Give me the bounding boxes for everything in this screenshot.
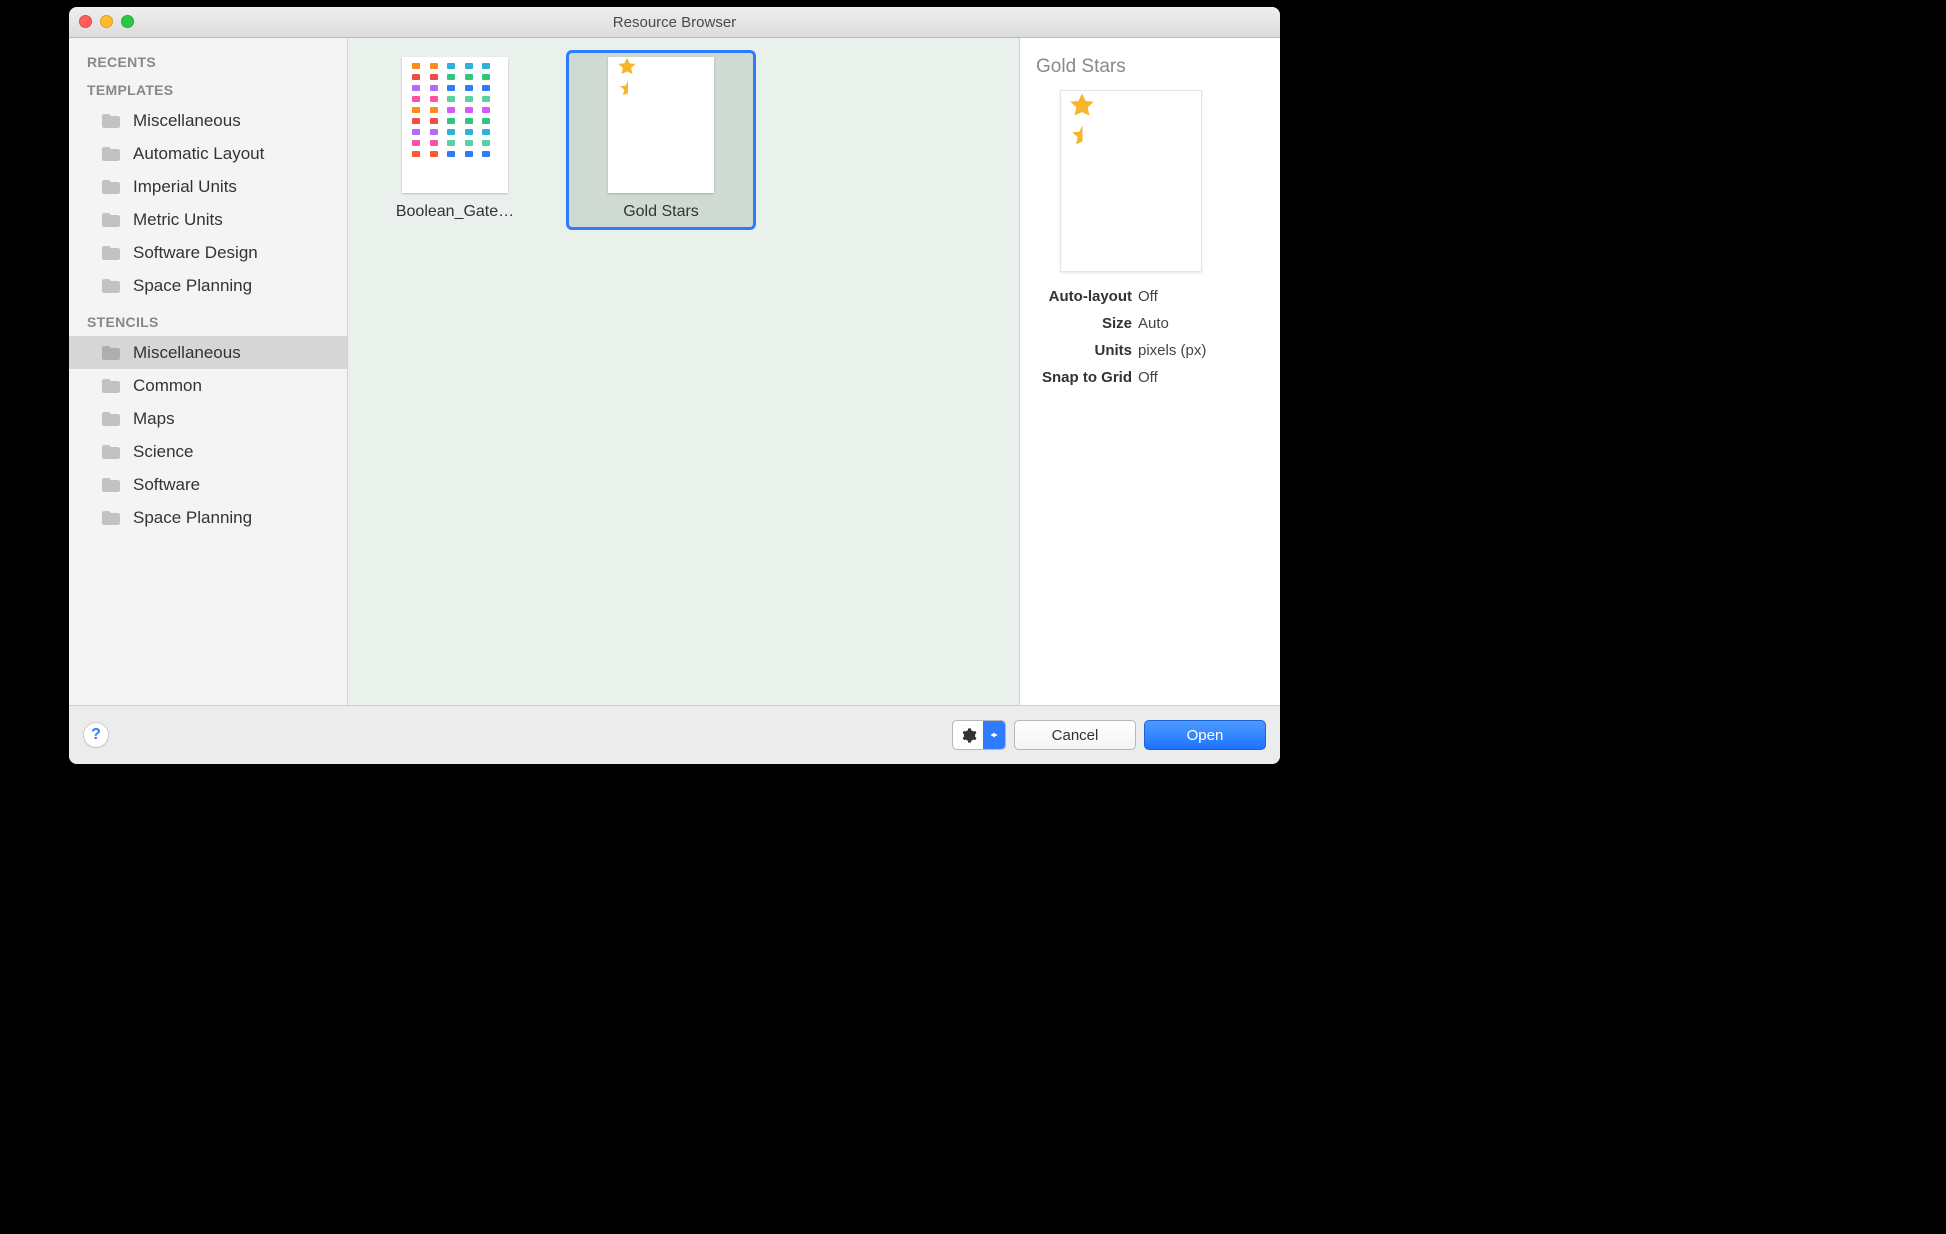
folder-icon — [101, 345, 121, 361]
folder-icon — [101, 278, 121, 294]
sidebar-item-templates-automatic-layout[interactable]: Automatic Layout — [69, 137, 347, 170]
button-label: Cancel — [1052, 727, 1099, 744]
window-controls — [79, 15, 134, 28]
folder-icon — [101, 113, 121, 129]
resource-tile-gold-stars[interactable]: Gold Stars — [566, 50, 756, 230]
sidebar-item-label: Maps — [133, 409, 175, 429]
sidebar-item-label: Software Design — [133, 243, 258, 263]
sidebar-item-label: Space Planning — [133, 276, 252, 296]
resource-label: Boolean_Gate… — [396, 203, 514, 221]
sidebar-item-label: Science — [133, 442, 193, 462]
sidebar-item-label: Common — [133, 376, 202, 396]
resource-tile-boolean-gates[interactable]: Boolean_Gate… — [360, 50, 550, 230]
sidebar-item-label: Automatic Layout — [133, 144, 264, 164]
sidebar: RECENTS TEMPLATES Miscellaneous Automati… — [69, 38, 348, 705]
prop-value: Off — [1138, 288, 1264, 305]
folder-icon — [101, 179, 121, 195]
resource-thumbnail — [608, 57, 714, 193]
prop-key: Units — [1036, 342, 1132, 359]
sidebar-item-label: Miscellaneous — [133, 343, 241, 363]
sidebar-item-stencils-miscellaneous[interactable]: Miscellaneous — [69, 336, 347, 369]
details-preview — [1060, 90, 1202, 272]
folder-icon — [101, 510, 121, 526]
section-recents[interactable]: RECENTS — [69, 48, 347, 76]
prop-key: Size — [1036, 315, 1132, 332]
cancel-button[interactable]: Cancel — [1014, 720, 1136, 750]
sidebar-item-stencils-space-planning[interactable]: Space Planning — [69, 501, 347, 534]
resource-browser-window: Resource Browser RECENTS TEMPLATES Misce… — [69, 7, 1280, 764]
resource-label: Gold Stars — [623, 203, 699, 221]
sidebar-item-label: Miscellaneous — [133, 111, 241, 131]
section-stencils: STENCILS — [69, 308, 347, 336]
details-title: Gold Stars — [1036, 56, 1264, 78]
sidebar-item-label: Software — [133, 475, 200, 495]
open-button[interactable]: Open — [1144, 720, 1266, 750]
half-star-icon — [1067, 123, 1085, 154]
folder-icon — [101, 245, 121, 261]
details-panel: Gold Stars Auto-layout Off Size Auto — [1019, 38, 1280, 705]
close-button[interactable] — [79, 15, 92, 28]
folder-icon — [101, 477, 121, 493]
folder-icon — [101, 378, 121, 394]
sidebar-item-stencils-software[interactable]: Software — [69, 468, 347, 501]
help-icon: ? — [91, 726, 101, 744]
zoom-button[interactable] — [121, 15, 134, 28]
footer: ? Cancel Open — [69, 705, 1280, 764]
sidebar-item-templates-miscellaneous[interactable]: Miscellaneous — [69, 104, 347, 137]
sidebar-item-label: Space Planning — [133, 508, 252, 528]
prop-value: Auto — [1138, 315, 1264, 332]
folder-icon — [101, 146, 121, 162]
folder-icon — [101, 411, 121, 427]
star-icon — [1067, 91, 1097, 126]
actions-menu-button[interactable] — [952, 720, 1006, 750]
sidebar-item-stencils-science[interactable]: Science — [69, 435, 347, 468]
prop-key: Auto-layout — [1036, 288, 1132, 305]
resource-grid: Boolean_Gate… Gold Stars — [348, 38, 1019, 705]
sidebar-item-label: Metric Units — [133, 210, 223, 230]
prop-key: Snap to Grid — [1036, 369, 1132, 386]
sidebar-item-templates-imperial-units[interactable]: Imperial Units — [69, 170, 347, 203]
prop-value: Off — [1138, 369, 1264, 386]
section-templates: TEMPLATES — [69, 76, 347, 104]
sidebar-item-templates-space-planning[interactable]: Space Planning — [69, 269, 347, 302]
help-button[interactable]: ? — [83, 722, 109, 748]
sidebar-item-stencils-common[interactable]: Common — [69, 369, 347, 402]
folder-icon — [101, 212, 121, 228]
resource-thumbnail — [402, 57, 508, 193]
half-star-icon — [616, 79, 630, 104]
window-title: Resource Browser — [69, 14, 1280, 31]
content-area: Boolean_Gate… Gold Stars — [348, 38, 1280, 705]
folder-icon — [101, 444, 121, 460]
sidebar-item-label: Imperial Units — [133, 177, 237, 197]
sidebar-item-templates-metric-units[interactable]: Metric Units — [69, 203, 347, 236]
sidebar-item-templates-software-design[interactable]: Software Design — [69, 236, 347, 269]
prop-value: pixels (px) — [1138, 342, 1264, 359]
button-label: Open — [1187, 727, 1224, 744]
sidebar-item-stencils-maps[interactable]: Maps — [69, 402, 347, 435]
minimize-button[interactable] — [100, 15, 113, 28]
gear-icon — [953, 721, 983, 749]
details-properties: Auto-layout Off Size Auto Units pixels (… — [1036, 288, 1264, 386]
titlebar: Resource Browser — [69, 7, 1280, 38]
chevron-down-icon — [983, 721, 1005, 749]
